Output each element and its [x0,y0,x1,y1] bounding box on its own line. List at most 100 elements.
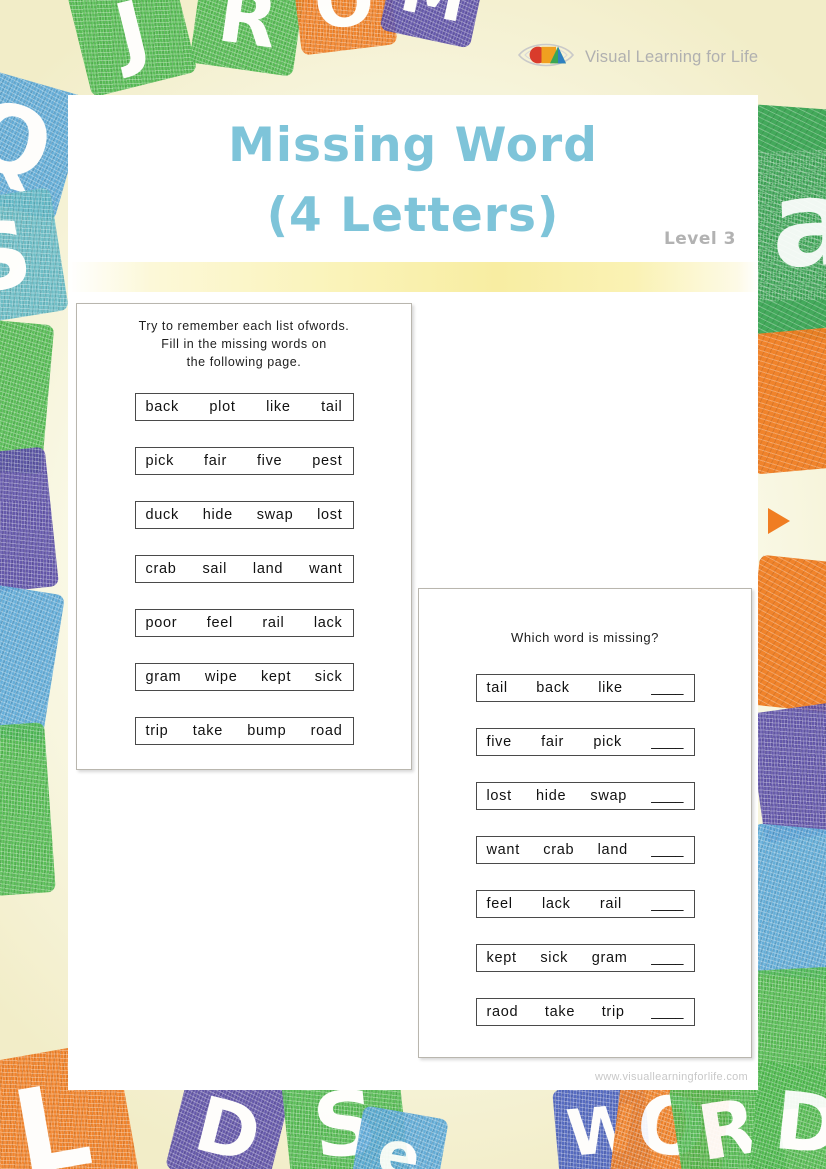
word: kept [486,950,517,967]
question-word-row: five fair pick ____ [475,728,695,757]
word: land [597,842,628,859]
study-word-row: poor feel rail lack [134,609,354,638]
letter-block-d-bottom-2: D [748,1060,826,1169]
word: pick [593,734,622,751]
footer-url: www.visuallearningforlife.com [595,1071,748,1083]
question-word-row: tail back like ____ [475,674,695,703]
word: road [310,723,343,740]
brand-logo: Visual Learning for Life [516,38,758,77]
word: lack [313,615,343,632]
word: back [145,399,179,416]
word: sail [202,561,227,578]
word: fair [541,734,565,751]
study-word-row: trip take bump road [134,717,354,746]
word: land [252,561,284,578]
answer-blank[interactable]: ____ [651,788,683,804]
study-word-row: crab sail land want [134,555,354,584]
letter-block-e-bottom: e [349,1105,449,1169]
question-panel: Which word is missing? tail back like ____ f… [418,588,752,1058]
word: crab [145,561,177,578]
question-prompt: Which word is missing? [511,630,659,645]
word: pest [312,453,343,470]
worksheet-sheet: Missing Word (4 Letters) Level 3 Try to … [68,95,758,1090]
word: sick [540,950,569,967]
word: feel [206,615,233,632]
word: pick [145,453,175,470]
answer-blank[interactable]: ____ [651,1004,683,1020]
study-list-panel: Try to remember each list ofwords. Fill … [76,303,412,770]
word: back [536,680,570,697]
study-word-row: back plot like tail [134,393,354,422]
word: gram [145,669,182,686]
title-divider-band [68,262,758,292]
word: hide [536,788,567,805]
answer-blank[interactable]: ____ [651,950,683,966]
word: five [486,734,512,751]
worksheet-page: J R O M Q S a [0,0,826,1169]
word: plot [209,399,236,416]
word: lost [317,507,343,524]
page-title: Missing Word (4 Letters) [68,111,758,250]
question-word-row: raod take trip ____ [475,998,695,1027]
word: take [192,723,223,740]
word: poor [145,615,178,632]
page-title-line-2: (4 Letters) [266,187,560,243]
question-word-row: kept sick gram ____ [475,944,695,973]
word: trip [145,723,169,740]
word: rail [599,896,622,913]
study-word-row: pick fair five pest [134,447,354,476]
word: take [544,1004,576,1021]
word: like [598,680,623,697]
word: like [266,399,291,416]
answer-blank[interactable]: ____ [651,896,683,912]
answer-blank[interactable]: ____ [651,734,683,750]
word: tail [486,680,508,697]
word: bump [247,723,287,740]
word: lost [486,788,512,805]
letter-block-j: J [66,0,198,98]
word: crab [543,842,575,859]
letter-block-a-right: a [749,148,826,302]
triangle-marker-icon [768,508,790,534]
word: wipe [204,669,238,686]
word: gram [591,950,628,967]
word: fair [204,453,227,470]
letter-block-purple-right [747,698,826,844]
letter-block-green-left-2 [0,722,56,900]
study-word-row: duck hide swap lost [134,501,354,530]
word: swap [590,788,628,805]
level-label: Level 3 [663,229,736,249]
word: want [309,561,343,578]
letter-block-s-left: S [0,187,69,329]
word: rail [262,615,285,632]
word: feel [486,896,513,913]
study-word-list: back plot like tail pick fair five pest duck hide… [77,393,411,746]
letter-block-r: R [189,0,307,77]
brand-name: Visual Learning for Life [585,48,759,66]
title-banner: Missing Word (4 Letters) Level 3 [68,95,758,262]
letter-block-m: M [379,0,489,49]
word: want [486,842,520,859]
word: hide [202,507,233,524]
word: duck [145,507,179,524]
word: sick [314,669,343,686]
word: trip [601,1004,625,1021]
question-word-row: feel lack rail ____ [475,890,695,919]
word: tail [321,399,343,416]
word: swap [256,507,294,524]
letter-block-purple-left [0,446,60,598]
word: kept [260,669,292,686]
word: lack [541,896,571,913]
word: five [256,453,283,470]
question-word-list: tail back like ____ five fair pick ____ lost hide… [419,674,751,1027]
page-title-line-1: Missing Word [228,118,598,173]
instructions-text: Try to remember each list ofwords. Fill … [138,319,350,369]
study-word-row: gram wipe kept sick [134,663,354,692]
answer-blank[interactable]: ____ [651,680,683,696]
letter-block-blue-left [0,578,66,744]
question-word-row: want crab land ____ [475,836,695,865]
eye-logo-icon [516,38,576,77]
answer-blank[interactable]: ____ [651,842,683,858]
word: raod [486,1004,519,1021]
question-word-row: lost hide swap ____ [475,782,695,811]
